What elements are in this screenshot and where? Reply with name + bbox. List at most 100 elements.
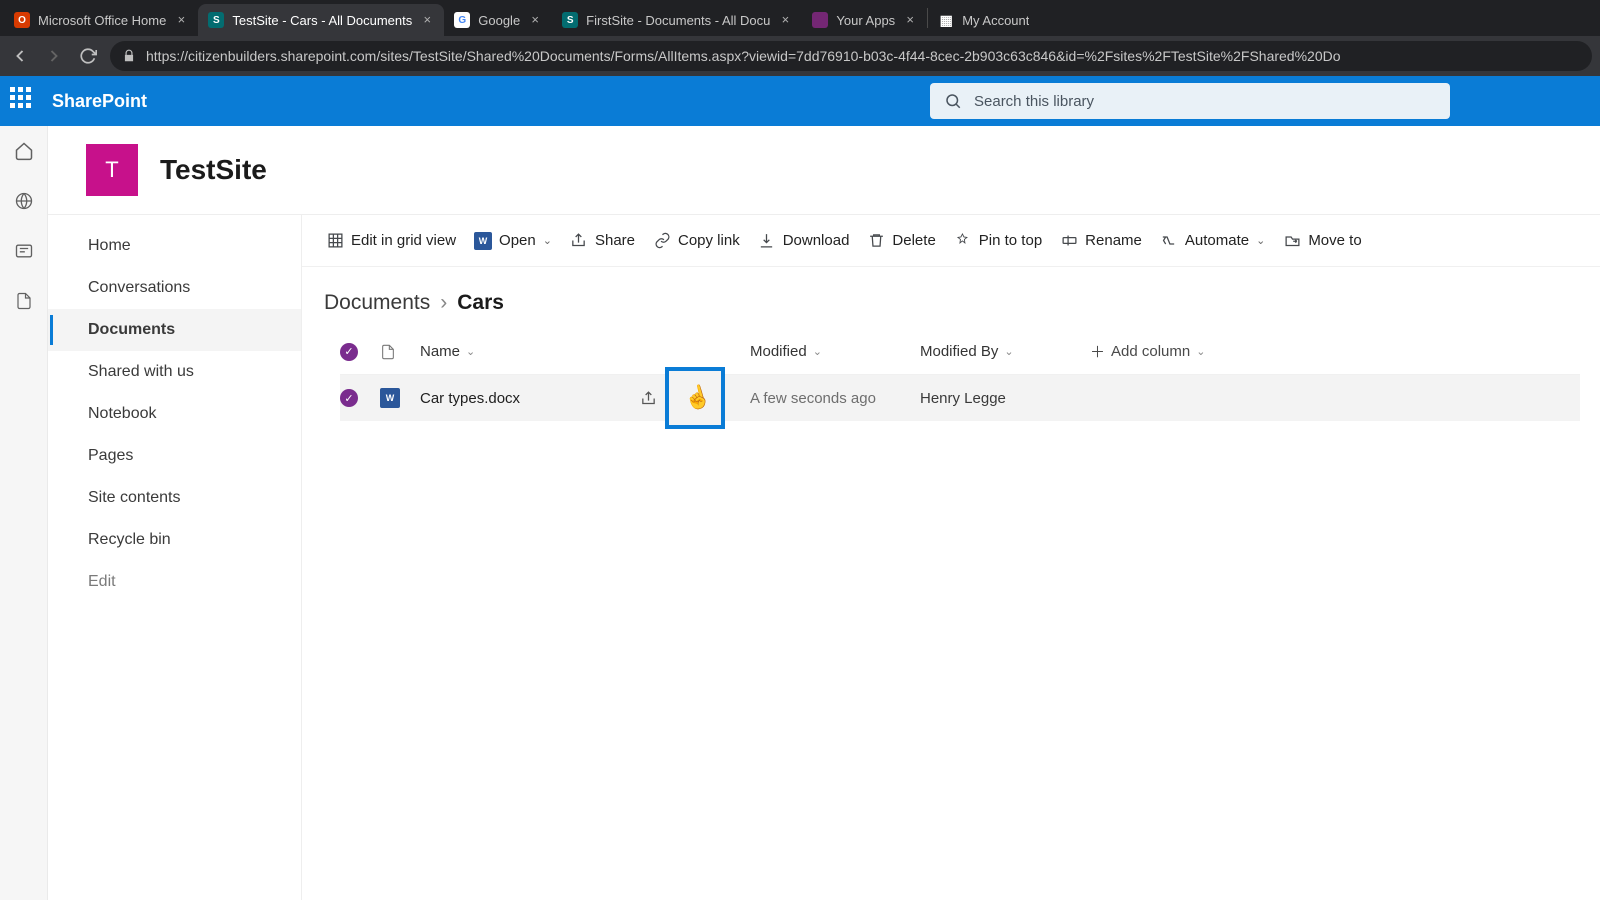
select-all-header[interactable]: ✓ bbox=[340, 343, 380, 361]
suite-header: SharePoint Search this library bbox=[0, 76, 1600, 126]
cmd-open[interactable]: W Open ⌄ bbox=[474, 232, 552, 250]
filetype-header bbox=[380, 343, 420, 361]
close-icon[interactable]: × bbox=[420, 13, 434, 27]
more-actions-highlight[interactable] bbox=[665, 367, 725, 429]
app-launcher-icon[interactable] bbox=[10, 87, 38, 115]
browser-tab[interactable]: Your Apps × bbox=[802, 4, 927, 36]
chevron-down-icon: ⌄ bbox=[1196, 345, 1205, 358]
url-bar[interactable]: https://citizenbuilders.sharepoint.com/s… bbox=[110, 41, 1592, 71]
close-icon[interactable]: × bbox=[778, 13, 792, 27]
quick-launch-nav: Home Conversations Documents Shared with… bbox=[48, 215, 302, 900]
file-name: Car types.docx bbox=[420, 390, 520, 407]
row-modified-by[interactable]: Henry Legge bbox=[920, 390, 1090, 407]
breadcrumb-current: Cars bbox=[457, 291, 504, 315]
sharepoint-favicon: S bbox=[208, 12, 224, 28]
apps-favicon bbox=[812, 12, 828, 28]
search-placeholder: Search this library bbox=[974, 93, 1094, 110]
row-icon-cell: W bbox=[380, 388, 420, 408]
row-modified: A few seconds ago bbox=[750, 390, 920, 407]
nav-documents[interactable]: Documents bbox=[48, 309, 301, 351]
home-icon[interactable] bbox=[13, 140, 35, 162]
row-share-icon[interactable] bbox=[640, 390, 657, 407]
nav-shared-with-us[interactable]: Shared with us bbox=[48, 351, 301, 393]
tab-title: Your Apps bbox=[836, 13, 895, 28]
close-icon[interactable]: × bbox=[903, 13, 917, 27]
tab-title: Microsoft Office Home bbox=[38, 13, 166, 28]
site-title[interactable]: TestSite bbox=[160, 154, 267, 186]
tab-title: Google bbox=[478, 13, 520, 28]
tab-title: My Account bbox=[962, 13, 1029, 28]
microsoft-favicon: ▦ bbox=[938, 12, 954, 28]
google-favicon: G bbox=[454, 12, 470, 28]
browser-tab-active[interactable]: S TestSite - Cars - All Documents × bbox=[198, 4, 444, 36]
cmd-copy-link[interactable]: Copy link bbox=[653, 232, 740, 250]
browser-tab[interactable]: ▦ My Account bbox=[928, 4, 1039, 36]
cmd-pin[interactable]: Pin to top bbox=[954, 232, 1042, 250]
office-favicon: O bbox=[14, 12, 30, 28]
lock-icon bbox=[122, 49, 136, 63]
col-modified[interactable]: Modified ⌄ bbox=[750, 343, 920, 360]
url-text: https://citizenbuilders.sharepoint.com/s… bbox=[146, 48, 1341, 64]
global-nav-rail bbox=[0, 126, 48, 900]
news-icon[interactable] bbox=[13, 240, 35, 262]
add-column-button[interactable]: ＋ Add column ⌄ bbox=[1090, 341, 1270, 362]
chevron-down-icon: ⌄ bbox=[466, 345, 475, 358]
cmd-rename[interactable]: Rename bbox=[1060, 232, 1142, 250]
table-row[interactable]: ✓ W Car types.docx A few seconds ago Hen… bbox=[340, 375, 1580, 421]
browser-tab[interactable]: G Google × bbox=[444, 4, 552, 36]
cmd-download[interactable]: Download bbox=[758, 232, 850, 250]
browser-tab-strip: O Microsoft Office Home × S TestSite - C… bbox=[0, 0, 1600, 36]
browser-tab[interactable]: O Microsoft Office Home × bbox=[4, 4, 198, 36]
tab-title: TestSite - Cars - All Documents bbox=[232, 13, 412, 28]
col-modified-by[interactable]: Modified By ⌄ bbox=[920, 343, 1090, 360]
file-table: ✓ Name ⌄ Modified ⌄ Modi bbox=[302, 329, 1600, 421]
close-icon[interactable]: × bbox=[174, 13, 188, 27]
nav-recycle-bin[interactable]: Recycle bin bbox=[48, 519, 301, 561]
nav-conversations[interactable]: Conversations bbox=[48, 267, 301, 309]
close-icon[interactable]: × bbox=[528, 13, 542, 27]
command-bar: Edit in grid view W Open ⌄ Share bbox=[302, 215, 1600, 267]
cmd-automate[interactable]: Automate ⌄ bbox=[1160, 232, 1265, 250]
rename-icon bbox=[1060, 232, 1078, 250]
browser-nav-bar: https://citizenbuilders.sharepoint.com/s… bbox=[0, 36, 1600, 76]
cmd-share[interactable]: Share bbox=[570, 232, 635, 250]
cmd-edit-grid[interactable]: Edit in grid view bbox=[326, 232, 456, 250]
link-icon bbox=[653, 232, 671, 250]
cmd-move-to[interactable]: Move to bbox=[1283, 232, 1361, 250]
nav-home[interactable]: Home bbox=[48, 225, 301, 267]
grid-icon bbox=[326, 232, 344, 250]
nav-edit[interactable]: Edit bbox=[48, 561, 301, 603]
suite-product-name[interactable]: SharePoint bbox=[52, 91, 147, 112]
chevron-down-icon: ⌄ bbox=[1004, 345, 1013, 358]
move-icon bbox=[1283, 232, 1301, 250]
globe-icon[interactable] bbox=[13, 190, 35, 212]
browser-tab[interactable]: S FirstSite - Documents - All Docu × bbox=[552, 4, 802, 36]
table-header-row: ✓ Name ⌄ Modified ⌄ Modi bbox=[340, 329, 1580, 375]
row-select[interactable]: ✓ bbox=[340, 389, 380, 407]
forward-button[interactable] bbox=[42, 44, 66, 68]
col-name[interactable]: Name ⌄ bbox=[420, 343, 750, 360]
pin-icon bbox=[954, 232, 972, 250]
site-logo[interactable]: T bbox=[86, 144, 138, 196]
files-icon[interactable] bbox=[13, 290, 35, 312]
trash-icon bbox=[867, 232, 885, 250]
document-library: Edit in grid view W Open ⌄ Share bbox=[302, 215, 1600, 900]
chevron-right-icon: › bbox=[440, 291, 447, 315]
search-input[interactable]: Search this library bbox=[930, 83, 1450, 119]
nav-notebook[interactable]: Notebook bbox=[48, 393, 301, 435]
word-file-icon: W bbox=[380, 388, 400, 408]
site-header: T TestSite bbox=[48, 126, 1600, 215]
nav-site-contents[interactable]: Site contents bbox=[48, 477, 301, 519]
breadcrumb-parent[interactable]: Documents bbox=[324, 291, 430, 315]
flow-icon bbox=[1160, 232, 1178, 250]
plus-icon: ＋ bbox=[1090, 341, 1105, 362]
sharepoint-favicon: S bbox=[562, 12, 578, 28]
chevron-down-icon: ⌄ bbox=[543, 234, 552, 247]
search-icon bbox=[944, 92, 962, 110]
back-button[interactable] bbox=[8, 44, 32, 68]
download-icon bbox=[758, 232, 776, 250]
reload-button[interactable] bbox=[76, 44, 100, 68]
share-icon bbox=[570, 232, 588, 250]
nav-pages[interactable]: Pages bbox=[48, 435, 301, 477]
cmd-delete[interactable]: Delete bbox=[867, 232, 935, 250]
